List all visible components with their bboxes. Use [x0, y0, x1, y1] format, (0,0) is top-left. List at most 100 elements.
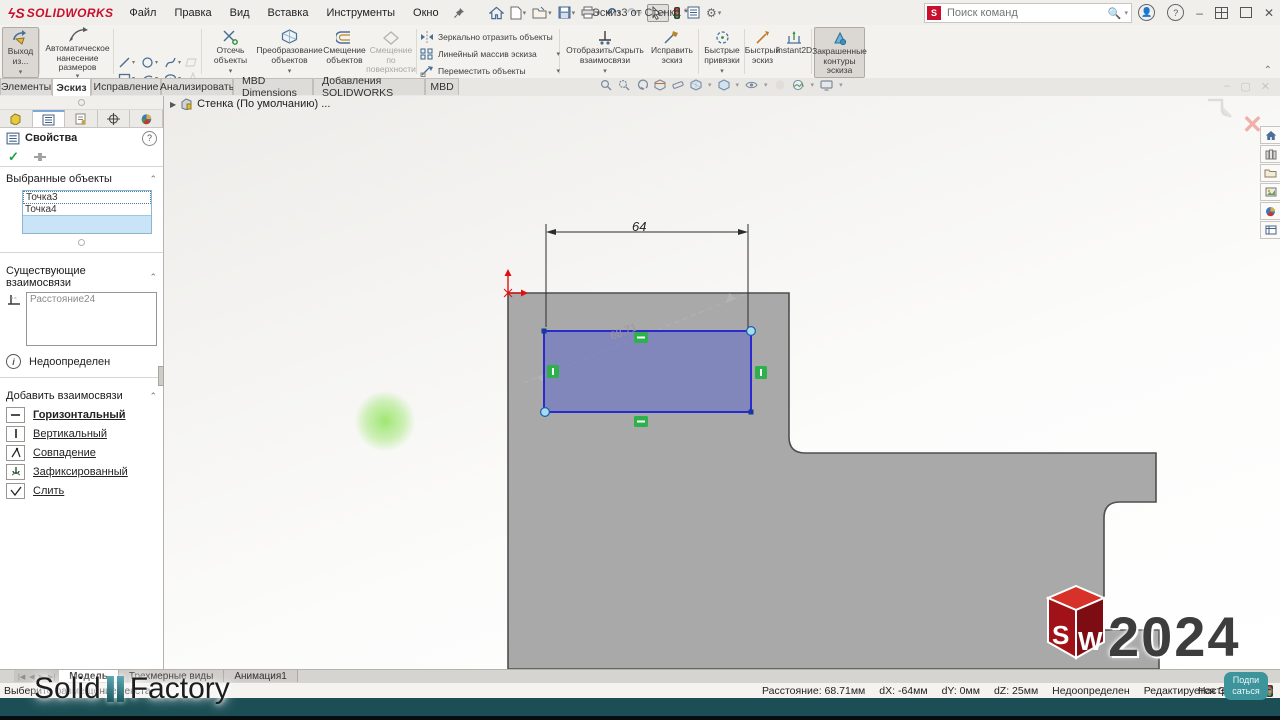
expand-arrow-icon[interactable]: ▶ — [170, 100, 176, 109]
trim-entities-button[interactable]: Отсечь объекты ▾ — [204, 27, 257, 76]
save-button[interactable]: ▾ — [556, 5, 578, 20]
tab-propertymanager[interactable] — [33, 110, 66, 127]
apply-scene-icon[interactable] — [792, 79, 805, 91]
first-sheet-icon[interactable]: |◀ — [18, 673, 25, 681]
ghost-exit-sketch-icon[interactable] — [1204, 98, 1238, 126]
undo-button[interactable]: ↶▾ — [604, 4, 623, 22]
menu-insert[interactable]: Вставка — [268, 7, 309, 19]
list-item[interactable]: Точка3 — [23, 191, 151, 204]
relation-merge[interactable]: Слить — [0, 481, 163, 500]
view-settings-icon[interactable] — [820, 80, 833, 91]
section-view-icon[interactable] — [654, 79, 666, 91]
edit-appearance-icon[interactable] — [774, 79, 786, 91]
convert-entities-button[interactable]: Преобразование объектов ▾ — [258, 27, 321, 76]
ok-button[interactable]: ✓ — [8, 149, 19, 165]
file-explorer-icon[interactable] — [1260, 164, 1280, 182]
view-palette-icon[interactable] — [1260, 183, 1280, 201]
tab-sketch[interactable]: Эскиз — [52, 78, 91, 96]
doc-minimize-icon[interactable]: – — [1224, 80, 1230, 93]
spline-tool[interactable]: ▾ — [164, 54, 185, 70]
menu-view[interactable]: Вид — [230, 7, 250, 19]
measure-icon[interactable] — [672, 79, 684, 91]
relation-fix[interactable]: Зафиксированный — [0, 462, 163, 481]
doc-close-icon[interactable]: ✕ — [1261, 80, 1270, 93]
collapse-icon[interactable]: ⌃ — [149, 174, 157, 185]
collapse-icon[interactable]: ⌃ — [149, 272, 157, 283]
dimension-value[interactable]: 64 — [632, 219, 646, 234]
tab-displaymanager[interactable] — [130, 110, 163, 127]
display-relations-button[interactable]: Отобразить/Скрыть взаимосвязи ▾ — [563, 27, 647, 76]
settings-gear-button[interactable]: ⚙▾ — [704, 5, 723, 21]
menu-edit[interactable]: Правка — [174, 7, 211, 19]
tab-mbd[interactable]: MBD — [425, 78, 459, 95]
existing-relations-list[interactable]: Расстояние24 — [26, 292, 157, 346]
instant2d-button[interactable]: Instant2D — [779, 27, 809, 76]
traffic-light-icon[interactable] — [671, 5, 683, 21]
design-library-icon[interactable] — [1260, 145, 1280, 163]
tab-features[interactable]: Элементы — [0, 78, 52, 95]
zoom-area-icon[interactable] — [618, 79, 630, 91]
custom-properties-icon[interactable] — [1260, 221, 1280, 239]
taskpane-home-icon[interactable] — [1260, 126, 1280, 144]
relation-item[interactable]: Расстояние24 — [30, 294, 153, 305]
open-document-button[interactable]: ▾ — [530, 5, 554, 20]
home-button[interactable] — [487, 5, 506, 21]
smart-dimension-button[interactable]: Автоматическое нанесение размеров ▾ — [41, 27, 114, 76]
tab-repair[interactable]: Исправление — [91, 78, 161, 95]
panel-resize-handle[interactable] — [0, 96, 163, 110]
relation-horizontal[interactable]: Горизонтальный — [0, 405, 163, 424]
menu-tools[interactable]: Инструменты — [326, 7, 395, 19]
repair-sketch-button[interactable]: Исправить эскиз — [648, 27, 696, 76]
command-search[interactable]: S 🔍▾ — [924, 3, 1132, 23]
selected-entities-list[interactable]: Точка3 Точка4 — [22, 190, 152, 234]
previous-view-icon[interactable] — [636, 79, 648, 91]
evaluate-list-button[interactable] — [685, 5, 702, 20]
appearances-icon[interactable] — [1260, 202, 1280, 220]
add-relations-header[interactable]: Добавить взаимосвязи ⌃ — [0, 384, 163, 405]
quick-snaps-button[interactable]: Быстрые привязки ▾ — [701, 27, 743, 76]
tab-solidworks-addins[interactable]: Добавления SOLIDWORKS — [313, 78, 425, 95]
search-input[interactable] — [945, 6, 1108, 20]
selected-entities-header[interactable]: Выбранные объекты ⌃ — [0, 167, 163, 188]
offset-entities-button[interactable]: Смещение объектов — [321, 27, 368, 76]
display-style-icon[interactable] — [718, 79, 730, 91]
subscribe-button[interactable]: Подпи саться — [1224, 672, 1268, 700]
select-tool-button[interactable]: ▾ — [647, 4, 670, 22]
linear-pattern-button[interactable]: Линейный массив эскиза ▾ — [420, 46, 560, 61]
sketch-rectangle[interactable] — [544, 331, 751, 412]
mirror-entities-button[interactable]: Зеркально отразить объекты — [420, 29, 560, 44]
menu-file[interactable]: Файл — [129, 7, 156, 19]
feature-tree-flyout[interactable]: ▶ Стенка (По умолчанию) ... — [170, 98, 330, 110]
tab-evaluate[interactable]: Анализировать — [161, 78, 233, 95]
sketch-point[interactable] — [542, 329, 547, 334]
arrange-windows-icon[interactable] — [1215, 7, 1228, 19]
view-orientation-icon[interactable] — [690, 79, 702, 91]
menu-window[interactable]: Окно — [413, 7, 439, 19]
minimize-button[interactable]: – — [1196, 6, 1203, 20]
tab-dimxpertmanager[interactable] — [98, 110, 131, 127]
restore-button[interactable] — [1240, 7, 1252, 18]
line-tool[interactable]: ▾ — [118, 54, 139, 70]
new-document-button[interactable]: ▾ — [508, 5, 529, 21]
selected-point[interactable] — [541, 408, 550, 417]
tab-featuremanager[interactable] — [0, 110, 33, 127]
help-icon[interactable]: ? — [1167, 4, 1184, 21]
account-icon[interactable]: 👤 — [1138, 4, 1155, 21]
pin-menu-icon[interactable] — [453, 7, 465, 19]
graphics-area[interactable]: ▶ Стенка (По умолчанию) ... 64 68.71 ✕ — [164, 96, 1280, 669]
list-resize-handle[interactable] — [0, 238, 163, 246]
print-button[interactable]: ▾ — [579, 5, 602, 20]
ribbon-collapse-icon[interactable]: ⌃ — [1264, 65, 1272, 76]
tab-configurationmanager[interactable] — [65, 110, 98, 127]
circle-tool[interactable]: ▾ — [141, 54, 162, 70]
close-button[interactable]: ✕ — [1264, 6, 1274, 20]
exit-sketch-button[interactable]: Выход из... ▾ — [2, 27, 39, 78]
panel-help-icon[interactable]: ? — [142, 131, 157, 146]
relation-vertical[interactable]: Вертикальный — [0, 424, 163, 443]
hide-show-items-icon[interactable] — [745, 80, 758, 90]
search-icon[interactable]: 🔍 — [1108, 7, 1122, 20]
rapid-sketch-button[interactable]: Быстрый эскиз — [747, 27, 778, 76]
list-item[interactable]: Точка4 — [23, 204, 151, 216]
doc-restore-icon[interactable]: ▢ — [1240, 80, 1250, 93]
existing-relations-header[interactable]: Существующие взаимосвязи ⌃ — [0, 259, 163, 292]
